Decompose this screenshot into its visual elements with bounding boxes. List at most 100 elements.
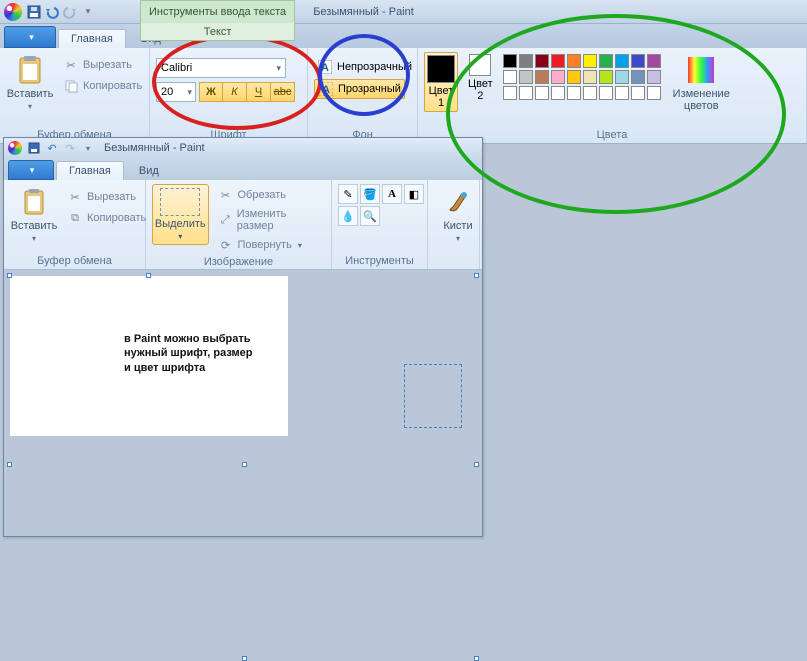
select-button[interactable]: Выделить▾ (152, 184, 209, 245)
palette-swatch[interactable] (503, 54, 517, 68)
underline-button[interactable]: Ч (247, 82, 271, 102)
font-size-select[interactable]: 20 (156, 82, 196, 102)
copy-button[interactable]: Копировать (60, 77, 145, 95)
palette-swatch[interactable] (599, 54, 613, 68)
crop-button[interactable]: ✂Обрезать (215, 186, 326, 204)
palette-swatch[interactable] (503, 70, 517, 84)
svg-text:A: A (321, 62, 329, 74)
text-tool[interactable]: A (382, 184, 402, 204)
picker-tool[interactable]: 💧 (338, 206, 358, 226)
font-family-select[interactable]: Calibri (156, 58, 286, 78)
copy-button[interactable]: ⧉Копировать (64, 209, 149, 227)
palette-swatch[interactable] (583, 70, 597, 84)
undo-icon[interactable] (44, 4, 60, 20)
color2-button[interactable]: Цвет 2 (466, 52, 495, 104)
font-size-value: 20 (161, 86, 173, 98)
palette-swatch[interactable] (567, 54, 581, 68)
paste-button[interactable]: Вставить▾ (10, 184, 58, 245)
palette-swatch[interactable] (551, 86, 565, 100)
palette-swatch[interactable] (519, 86, 533, 100)
copy-icon (63, 78, 79, 94)
eraser-tool[interactable]: ◧ (404, 184, 424, 204)
save-icon[interactable] (26, 4, 42, 20)
app-menu-button[interactable] (4, 26, 56, 48)
resize-handle[interactable] (242, 462, 247, 467)
palette-swatch[interactable] (535, 70, 549, 84)
palette-swatch[interactable] (551, 70, 565, 84)
rotate-button[interactable]: ⟳Повернуть▾ (215, 236, 326, 254)
palette-swatch[interactable] (615, 86, 629, 100)
resize-handle[interactable] (474, 273, 479, 278)
palette-swatch[interactable] (647, 86, 661, 100)
palette-swatch[interactable] (599, 70, 613, 84)
palette-swatch[interactable] (535, 86, 549, 100)
inner-window-title: Безымянный - Paint (104, 142, 205, 154)
tab-view[interactable]: Вид (126, 161, 172, 180)
opaque-icon: A (317, 59, 333, 75)
select-rect-icon (160, 188, 200, 216)
palette-swatch[interactable] (599, 86, 613, 100)
redo-icon[interactable]: ↷ (62, 140, 78, 156)
palette-swatch[interactable] (647, 54, 661, 68)
palette-swatch[interactable] (631, 54, 645, 68)
canvas-area[interactable]: в Paint можно выбрать нужный шрифт, разм… (4, 270, 482, 536)
context-tab-lower[interactable]: Текст (140, 23, 295, 41)
brushes-button[interactable]: Кисти▾ (434, 184, 482, 245)
palette-swatch[interactable] (535, 54, 549, 68)
text-selection-box[interactable] (404, 364, 462, 428)
undo-icon[interactable]: ↶ (44, 140, 60, 156)
tab-home[interactable]: Главная (58, 29, 126, 48)
paint-logo-icon (8, 141, 22, 155)
palette-swatch[interactable] (519, 54, 533, 68)
resize-handle[interactable] (242, 656, 247, 661)
cut-button[interactable]: ✂ Вырезать (60, 56, 145, 74)
tools-group-label: Инструменты (338, 253, 421, 267)
italic-button[interactable]: К (223, 82, 247, 102)
save-icon[interactable] (26, 140, 42, 156)
svg-text:A: A (322, 84, 330, 96)
resize-handle[interactable] (146, 273, 151, 278)
app-menu-button[interactable] (8, 160, 54, 180)
palette-swatch[interactable] (551, 54, 565, 68)
paste-button[interactable]: Вставить ▾ (6, 52, 54, 113)
brush-icon (442, 186, 474, 218)
crop-icon: ✂ (218, 187, 234, 203)
redo-icon[interactable] (62, 4, 78, 20)
palette-swatch[interactable] (615, 70, 629, 84)
palette-swatch[interactable] (583, 54, 597, 68)
tab-home[interactable]: Главная (56, 161, 124, 180)
qat-dropdown-icon[interactable]: ▾ (80, 4, 96, 20)
palette-swatch[interactable] (503, 86, 517, 100)
cut-label: Вырезать (83, 59, 132, 71)
resize-handle[interactable] (474, 656, 479, 661)
scissors-icon: ✂ (63, 57, 79, 73)
tools-grid: ✎ 🪣 A ◧ 💧 🔍 (338, 184, 424, 226)
resize-handle[interactable] (7, 462, 12, 467)
resize-button[interactable]: ⤢Изменить размер (215, 207, 326, 233)
pencil-tool[interactable]: ✎ (338, 184, 358, 204)
fill-tool[interactable]: 🪣 (360, 184, 380, 204)
qat-dropdown-icon[interactable]: ▾ (80, 140, 96, 156)
palette-swatch[interactable] (647, 70, 661, 84)
opaque-button[interactable]: A Непрозрачный (314, 58, 415, 76)
color1-label: Цвет 1 (429, 85, 454, 109)
palette-swatch[interactable] (567, 70, 581, 84)
palette-swatch[interactable] (631, 70, 645, 84)
resize-handle[interactable] (474, 462, 479, 467)
text-tools-context-tab[interactable]: Инструменты ввода текста Текст (140, 0, 295, 24)
cut-button[interactable]: ✂Вырезать (64, 188, 149, 206)
palette-swatch[interactable] (567, 86, 581, 100)
transparent-button[interactable]: A Прозрачный (314, 79, 405, 99)
palette-swatch[interactable] (615, 54, 629, 68)
bold-button[interactable]: Ж (199, 82, 223, 102)
color1-button[interactable]: Цвет 1 (424, 52, 458, 112)
strikethrough-button[interactable]: abc (271, 82, 295, 102)
clipboard-group-label: Буфер обмена (10, 253, 139, 267)
palette-swatch[interactable] (631, 86, 645, 100)
palette-swatch[interactable] (583, 86, 597, 100)
magnifier-tool[interactable]: 🔍 (360, 206, 380, 226)
edit-colors-icon (685, 54, 717, 86)
resize-handle[interactable] (7, 273, 12, 278)
palette-swatch[interactable] (519, 70, 533, 84)
edit-colors-button[interactable]: Изменение цветов (669, 52, 734, 114)
